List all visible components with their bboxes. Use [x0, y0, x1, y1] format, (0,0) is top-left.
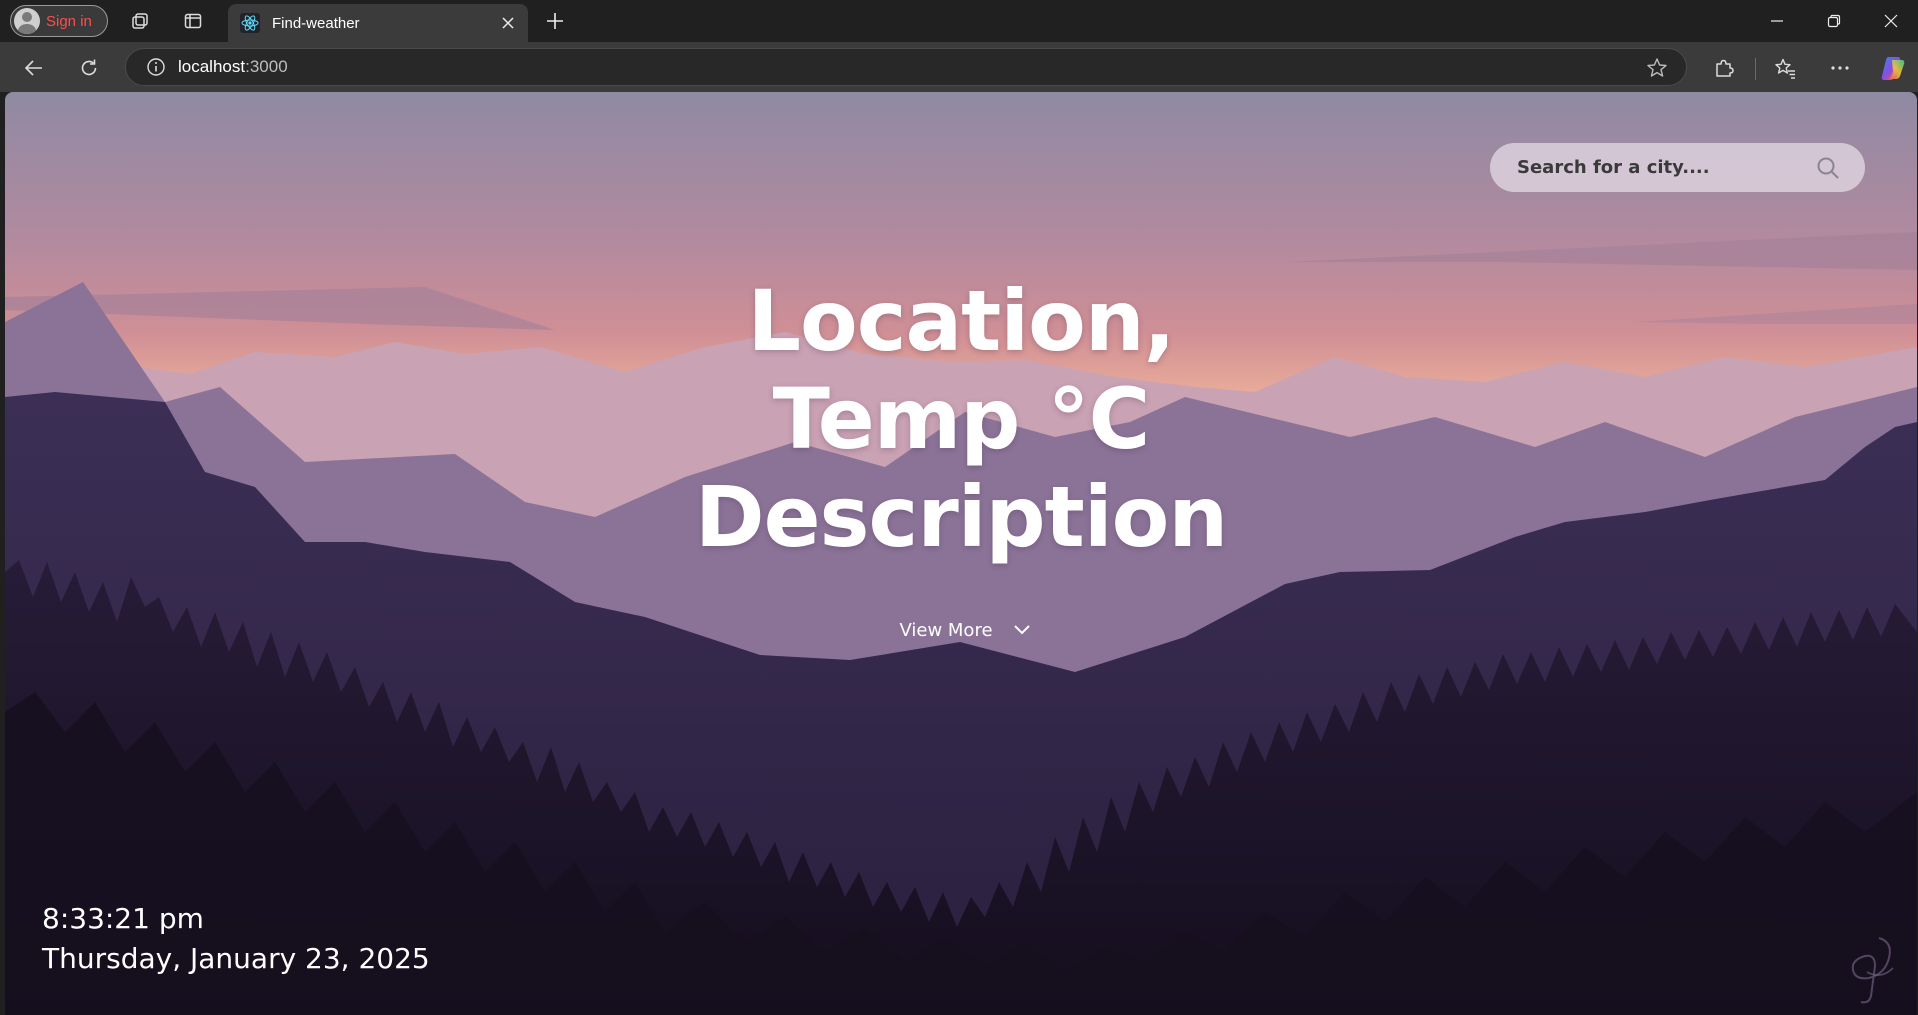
more-menu-button[interactable]	[1824, 52, 1856, 84]
react-icon	[240, 13, 260, 33]
chevron-down-icon	[1013, 625, 1030, 635]
star-icon	[1647, 58, 1667, 77]
search-input[interactable]	[1515, 156, 1805, 179]
minimize-icon	[1771, 20, 1783, 22]
page-viewport: Location, Temp °C Description View More …	[5, 92, 1917, 1015]
profile-button[interactable]: Sign in	[10, 5, 108, 37]
favorites-icon	[1775, 58, 1795, 79]
url-port: :3000	[245, 57, 288, 76]
refresh-button[interactable]	[73, 52, 105, 84]
site-info-icon[interactable]	[146, 57, 166, 77]
workspaces-button[interactable]	[125, 6, 155, 36]
tab-close-button[interactable]	[498, 13, 518, 33]
signature-watermark	[1851, 937, 1894, 1004]
tab-find-weather[interactable]: Find-weather	[228, 4, 528, 42]
new-tab-button[interactable]	[540, 6, 570, 36]
extensions-button[interactable]	[1708, 52, 1740, 84]
arrow-left-icon	[24, 60, 42, 76]
view-more-label: View More	[899, 619, 993, 641]
favorites-button[interactable]	[1769, 52, 1801, 84]
workspaces-icon	[132, 13, 148, 29]
search-icon[interactable]	[1816, 156, 1840, 180]
clock: 8:33:21 pm Thursday, January 23, 2025	[42, 900, 430, 980]
tab-actions-button[interactable]	[178, 6, 208, 36]
close-window-button[interactable]	[1871, 6, 1911, 36]
refresh-icon	[81, 59, 97, 76]
back-button[interactable]	[18, 52, 50, 84]
description-text: Description	[694, 468, 1228, 566]
restore-button[interactable]	[1814, 6, 1854, 36]
minimize-button[interactable]	[1757, 6, 1797, 36]
close-icon	[1884, 14, 1898, 28]
address-bar[interactable]: localhost:3000	[125, 48, 1687, 86]
location-text: Location,	[747, 272, 1175, 370]
current-time: 8:33:21 pm	[42, 902, 204, 935]
current-date: Thursday, January 23, 2025	[42, 942, 430, 975]
copilot-icon[interactable]	[1879, 54, 1907, 82]
weather-headline: Location, Temp °C Description	[5, 272, 1917, 566]
city-search-box[interactable]	[1490, 143, 1865, 192]
tab-title: Find-weather	[272, 14, 360, 32]
favorite-star-button[interactable]	[1646, 57, 1668, 79]
view-more-button[interactable]: View More	[875, 612, 1055, 648]
restore-icon	[1827, 14, 1841, 28]
close-icon	[502, 17, 514, 29]
toolbar-divider	[1755, 58, 1756, 80]
url-text: localhost:3000	[178, 57, 288, 77]
plus-icon	[547, 13, 563, 29]
puzzle-icon	[1716, 59, 1734, 77]
browser-toolbar: localhost:3000	[0, 42, 1918, 92]
browser-tab-bar: Sign in Find-weather	[0, 0, 1918, 42]
tab-actions-icon	[184, 13, 202, 29]
profile-label: Sign in	[46, 12, 92, 30]
url-host: localhost	[178, 57, 246, 76]
avatar	[14, 8, 40, 34]
more-icon	[1831, 66, 1849, 70]
temperature-text: Temp °C	[772, 370, 1151, 468]
